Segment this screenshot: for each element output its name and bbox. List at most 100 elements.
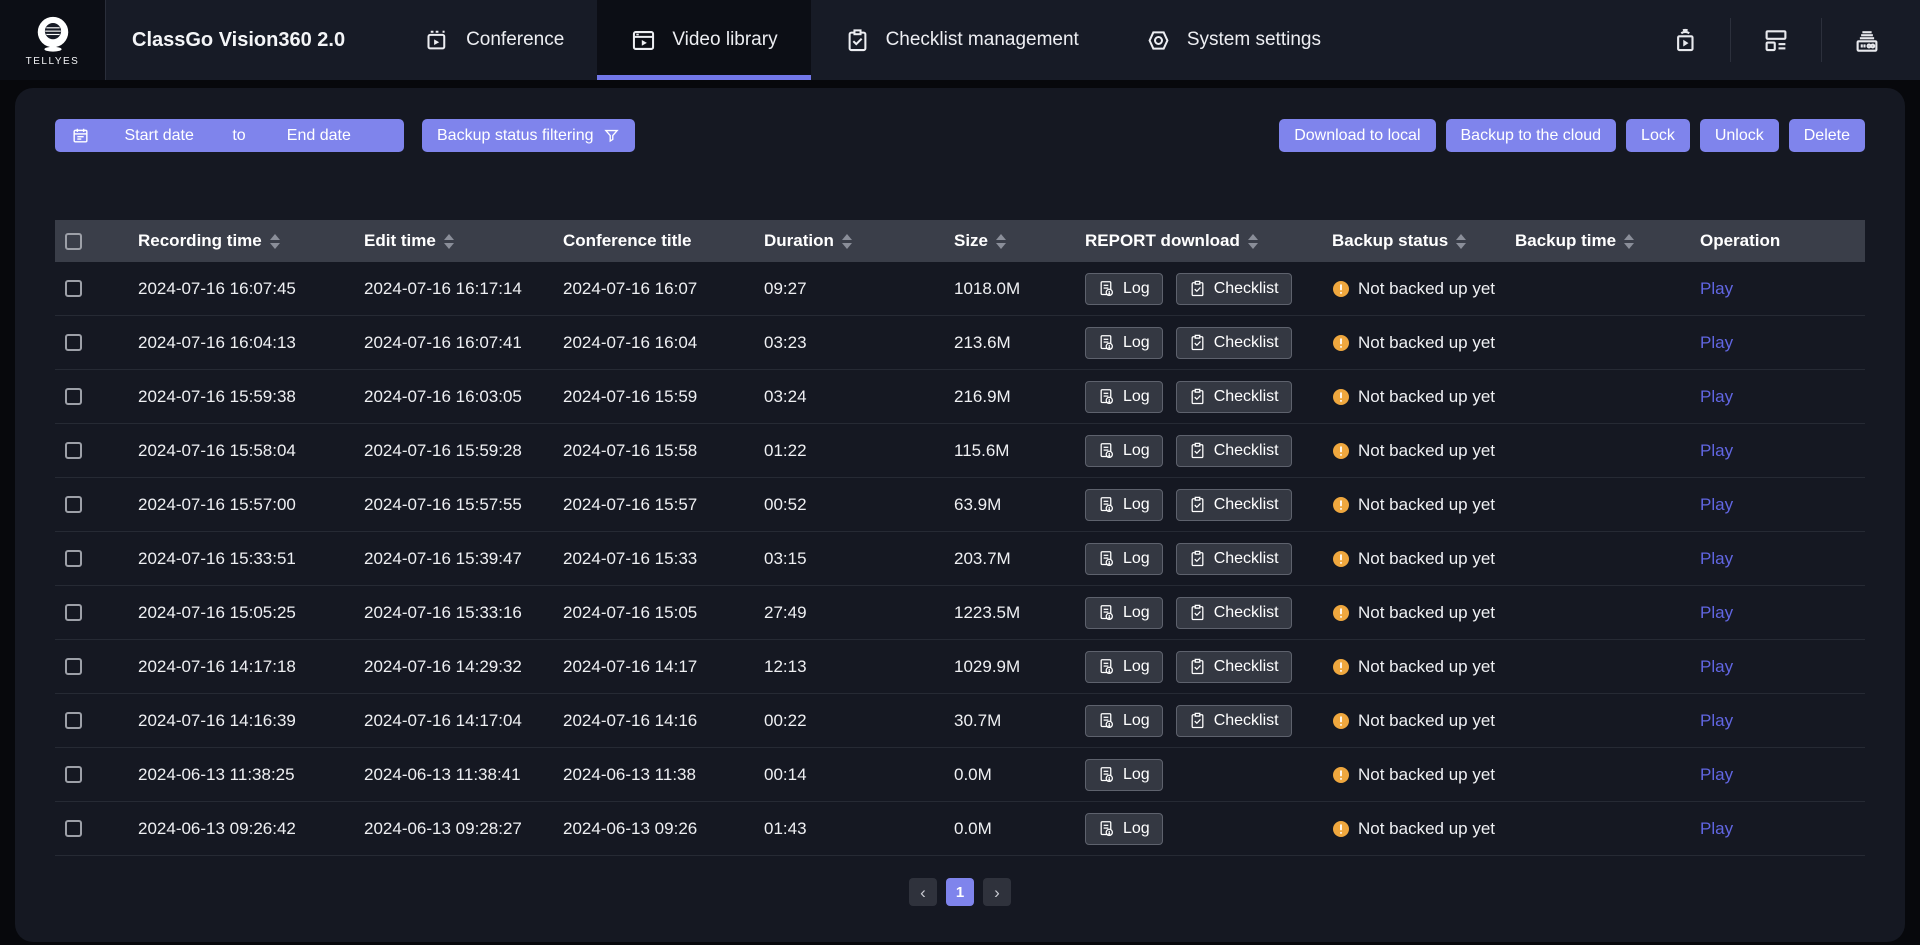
- play-link[interactable]: Play: [1700, 765, 1733, 785]
- log-button[interactable]: Log: [1085, 435, 1163, 467]
- cell-backup-status: Not backed up yet: [1332, 711, 1515, 731]
- end-date-input[interactable]: End date: [250, 127, 388, 145]
- cell-select: [55, 388, 138, 405]
- log-label: Log: [1123, 712, 1150, 730]
- header-cell-duration[interactable]: Duration: [764, 231, 954, 251]
- backup-status-text: Not backed up yet: [1358, 819, 1495, 839]
- row-checkbox[interactable]: [65, 550, 82, 567]
- tab-video-library[interactable]: Video library: [597, 0, 810, 80]
- play-link[interactable]: Play: [1700, 279, 1733, 299]
- sort-icon[interactable]: [1624, 234, 1634, 249]
- cast-screen-icon[interactable]: [1670, 25, 1700, 55]
- log-button[interactable]: Log: [1085, 705, 1163, 737]
- log-button[interactable]: Log: [1085, 759, 1163, 791]
- row-checkbox[interactable]: [65, 712, 82, 729]
- row-checkbox[interactable]: [65, 334, 82, 351]
- row-checkbox[interactable]: [65, 604, 82, 621]
- row-checkbox[interactable]: [65, 496, 82, 513]
- cell-edit-time: 2024-07-16 15:33:16: [364, 603, 563, 623]
- log-button[interactable]: Log: [1085, 543, 1163, 575]
- checklist-icon: [1189, 658, 1206, 675]
- row-checkbox[interactable]: [65, 820, 82, 837]
- delete-button[interactable]: Delete: [1789, 119, 1865, 152]
- checklist-button[interactable]: Checklist: [1176, 543, 1292, 575]
- checklist-button[interactable]: Checklist: [1176, 435, 1292, 467]
- play-link[interactable]: Play: [1700, 819, 1733, 839]
- play-link[interactable]: Play: [1700, 333, 1733, 353]
- row-checkbox[interactable]: [65, 388, 82, 405]
- play-link[interactable]: Play: [1700, 441, 1733, 461]
- backup-to-cloud-button[interactable]: Backup to the cloud: [1446, 119, 1617, 152]
- start-date-input[interactable]: Start date: [90, 127, 228, 145]
- log-button[interactable]: Log: [1085, 813, 1163, 845]
- date-range-picker[interactable]: Start date to End date: [55, 119, 404, 152]
- log-button[interactable]: Log: [1085, 597, 1163, 629]
- sort-icon[interactable]: [1456, 234, 1466, 249]
- checklist-button[interactable]: Checklist: [1176, 597, 1292, 629]
- table-row: 2024-07-16 16:04:132024-07-16 16:07:4120…: [55, 316, 1865, 370]
- bulk-actions: Download to local Backup to the cloud Lo…: [1279, 119, 1865, 152]
- cell-edit-time: 2024-07-16 15:57:55: [364, 495, 563, 515]
- row-checkbox[interactable]: [65, 766, 82, 783]
- play-link[interactable]: Play: [1700, 657, 1733, 677]
- header-cell-recording_time[interactable]: Recording time: [138, 231, 364, 251]
- warning-icon: [1332, 766, 1350, 784]
- cell-operation: Play: [1700, 819, 1865, 839]
- checklist-button[interactable]: Checklist: [1176, 327, 1292, 359]
- header-cell-operation: Operation: [1700, 231, 1865, 251]
- play-link[interactable]: Play: [1700, 495, 1733, 515]
- log-button[interactable]: Log: [1085, 381, 1163, 413]
- log-button[interactable]: Log: [1085, 651, 1163, 683]
- recorder-device-icon[interactable]: [1852, 25, 1882, 55]
- row-checkbox[interactable]: [65, 280, 82, 297]
- checklist-button[interactable]: Checklist: [1176, 381, 1292, 413]
- page-1-button[interactable]: 1: [946, 878, 974, 906]
- header-cell-select: [55, 233, 138, 250]
- warning-icon: [1332, 280, 1350, 298]
- header-cell-backup_time[interactable]: Backup time: [1515, 231, 1700, 251]
- play-link[interactable]: Play: [1700, 387, 1733, 407]
- cell-backup-status: Not backed up yet: [1332, 441, 1515, 461]
- next-page-button[interactable]: ›: [983, 878, 1011, 906]
- tab-system-settings[interactable]: System settings: [1112, 0, 1354, 80]
- lock-button[interactable]: Lock: [1626, 119, 1690, 152]
- tab-checklist-management[interactable]: Checklist management: [811, 0, 1112, 80]
- sort-icon[interactable]: [842, 234, 852, 249]
- row-checkbox[interactable]: [65, 442, 82, 459]
- sort-icon[interactable]: [444, 234, 454, 249]
- checklist-label: Checklist: [1214, 388, 1279, 406]
- checklist-label: Checklist: [1214, 604, 1279, 622]
- previous-page-button[interactable]: ‹: [909, 878, 937, 906]
- log-button[interactable]: Log: [1085, 273, 1163, 305]
- checklist-button[interactable]: Checklist: [1176, 273, 1292, 305]
- tellyes-logo-icon: [32, 14, 74, 54]
- checklist-button[interactable]: Checklist: [1176, 651, 1292, 683]
- select-all-checkbox[interactable]: [65, 233, 82, 250]
- layout-dashboard-icon[interactable]: [1761, 25, 1791, 55]
- cell-size: 1223.5M: [954, 603, 1085, 623]
- play-link[interactable]: Play: [1700, 711, 1733, 731]
- cell-edit-time: 2024-06-13 11:38:41: [364, 765, 563, 785]
- row-checkbox[interactable]: [65, 658, 82, 675]
- sort-icon[interactable]: [996, 234, 1006, 249]
- log-button[interactable]: Log: [1085, 489, 1163, 521]
- header-cell-edit_time[interactable]: Edit time: [364, 231, 563, 251]
- download-to-local-button[interactable]: Download to local: [1279, 119, 1435, 152]
- play-link[interactable]: Play: [1700, 603, 1733, 623]
- header-label: Size: [954, 231, 988, 251]
- header-cell-backup_status[interactable]: Backup status: [1332, 231, 1515, 251]
- play-link[interactable]: Play: [1700, 549, 1733, 569]
- log-button[interactable]: Log: [1085, 327, 1163, 359]
- header-cell-report_download[interactable]: REPORT download: [1085, 231, 1332, 251]
- checklist-button[interactable]: Checklist: [1176, 705, 1292, 737]
- backup-status-filter-button[interactable]: Backup status filtering: [422, 119, 635, 152]
- table-row: 2024-07-16 14:17:182024-07-16 14:29:3220…: [55, 640, 1865, 694]
- unlock-button[interactable]: Unlock: [1700, 119, 1779, 152]
- sort-icon[interactable]: [270, 234, 280, 249]
- checklist-button[interactable]: Checklist: [1176, 489, 1292, 521]
- table-row: 2024-07-16 15:33:512024-07-16 15:39:4720…: [55, 532, 1865, 586]
- header-cell-size[interactable]: Size: [954, 231, 1085, 251]
- sort-icon[interactable]: [1248, 234, 1258, 249]
- tab-conference[interactable]: Conference: [391, 0, 597, 80]
- backup-status-text: Not backed up yet: [1358, 333, 1495, 353]
